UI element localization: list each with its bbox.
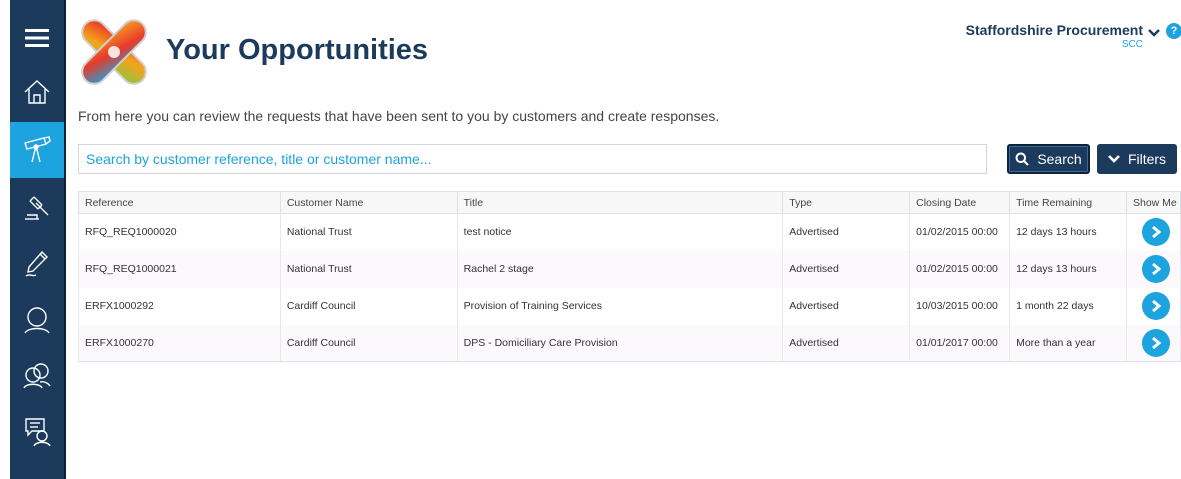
- sidebar-item-profile[interactable]: [10, 292, 64, 348]
- page-title: Your Opportunities: [166, 34, 429, 66]
- cell-customer-name: Cardiff Council: [279, 324, 458, 362]
- sidebar-item-responses[interactable]: [10, 236, 64, 292]
- cell-customer-name: Cardiff Council: [279, 287, 458, 325]
- table-row[interactable]: RFQ_REQ1000020 National Trust test notic…: [78, 213, 1181, 251]
- column-header-time-remaining[interactable]: Time Remaining: [1009, 191, 1127, 214]
- table-header-row: Reference Customer Name Title Type Closi…: [78, 191, 1181, 214]
- cell-closing-date: 01/01/2017 00:00: [909, 324, 1011, 362]
- cell-time-remaining: More than a year: [1009, 324, 1127, 362]
- column-header-type[interactable]: Type: [782, 191, 911, 214]
- cell-show-me: [1125, 287, 1181, 325]
- cell-type: Advertised: [782, 213, 911, 251]
- sidebar-item-auctions[interactable]: [10, 180, 64, 236]
- cell-time-remaining: 12 days 13 hours: [1009, 213, 1127, 251]
- sidebar-item-contacts[interactable]: [10, 348, 64, 404]
- opportunities-table: Reference Customer Name Title Type Closi…: [78, 191, 1181, 362]
- cell-reference: RFQ_REQ1000021: [78, 250, 281, 288]
- window-edge: [0, 0, 10, 479]
- table-row[interactable]: ERFX1000292 Cardiff Council Provision of…: [78, 287, 1181, 325]
- sidebar-item-home[interactable]: [10, 64, 64, 120]
- chat-user-icon: [25, 418, 51, 447]
- cell-time-remaining: 12 days 13 hours: [1009, 250, 1127, 288]
- cell-title: test notice: [456, 213, 784, 251]
- column-header-closing-date[interactable]: Closing Date: [909, 191, 1011, 214]
- cell-customer-name: National Trust: [279, 250, 458, 288]
- column-header-show-me: Show Me: [1125, 191, 1181, 214]
- filters-button[interactable]: Filters: [1097, 144, 1177, 174]
- cell-type: Advertised: [782, 250, 911, 288]
- chevron-right-icon: [1152, 336, 1162, 349]
- app-logo: [81, 19, 147, 85]
- cell-customer-name: National Trust: [279, 213, 458, 251]
- chevron-down-icon: [1108, 155, 1120, 163]
- cell-title: Provision of Training Services: [456, 287, 784, 325]
- chevron-right-icon: [1152, 299, 1162, 313]
- chevron-right-icon: [1152, 226, 1162, 239]
- chevron-down-icon[interactable]: [1148, 28, 1160, 38]
- table-row[interactable]: ERFX1000270 Cardiff Council DPS - Domici…: [78, 324, 1181, 362]
- sidebar-item-messages[interactable]: [10, 404, 64, 460]
- show-me-button[interactable]: [1141, 218, 1170, 247]
- user-icon: [24, 307, 50, 334]
- column-header-customer-name[interactable]: Customer Name: [279, 191, 458, 214]
- users-icon: [23, 363, 51, 389]
- gavel-icon: [25, 196, 49, 220]
- cell-title: Rachel 2 stage: [456, 250, 784, 288]
- show-me-button[interactable]: [1141, 255, 1170, 283]
- search-button[interactable]: Search: [1007, 144, 1090, 174]
- show-me-button[interactable]: [1141, 328, 1170, 357]
- cell-time-remaining: 1 month 22 days: [1009, 287, 1127, 325]
- cell-show-me: [1125, 324, 1181, 362]
- cell-type: Advertised: [782, 324, 911, 362]
- cell-reference: ERFX1000292: [78, 287, 281, 325]
- column-header-reference[interactable]: Reference: [78, 191, 281, 214]
- cell-reference: RFQ_REQ1000020: [78, 213, 281, 251]
- cell-type: Advertised: [782, 287, 911, 325]
- menu-button[interactable]: [10, 10, 64, 66]
- org-switcher[interactable]: Staffordshire Procurement SCC: [966, 22, 1143, 50]
- column-header-title[interactable]: Title: [456, 191, 784, 214]
- cell-closing-date: 10/03/2015 00:00: [909, 287, 1011, 325]
- page-intro: From here you can review the requests th…: [78, 108, 720, 124]
- show-me-button[interactable]: [1141, 292, 1170, 320]
- cell-show-me: [1125, 213, 1181, 251]
- chevron-right-icon: [1152, 262, 1162, 276]
- search-icon: [1015, 152, 1030, 166]
- org-name: Staffordshire Procurement: [965, 22, 1143, 38]
- home-icon: [24, 80, 50, 104]
- filters-button-label: Filters: [1127, 151, 1167, 167]
- cell-show-me: [1125, 250, 1181, 288]
- search-input[interactable]: [78, 144, 987, 174]
- org-code: SCC: [1121, 39, 1143, 50]
- menu-icon: [25, 29, 49, 47]
- cell-closing-date: 01/02/2015 00:00: [909, 213, 1011, 251]
- cell-reference: ERFX1000270: [78, 324, 281, 362]
- cell-title: DPS - Domiciliary Care Provision: [456, 324, 784, 362]
- sidebar-item-opportunities[interactable]: [10, 122, 64, 178]
- search-button-label: Search: [1037, 151, 1082, 167]
- table-row[interactable]: RFQ_REQ1000021 National Trust Rachel 2 s…: [78, 250, 1181, 288]
- telescope-icon: [24, 136, 51, 163]
- cell-closing-date: 01/02/2015 00:00: [909, 250, 1011, 288]
- help-icon[interactable]: ?: [1166, 23, 1181, 39]
- sidebar: [10, 0, 64, 479]
- pen-icon: [25, 250, 48, 277]
- sidebar-divider: [64, 0, 66, 479]
